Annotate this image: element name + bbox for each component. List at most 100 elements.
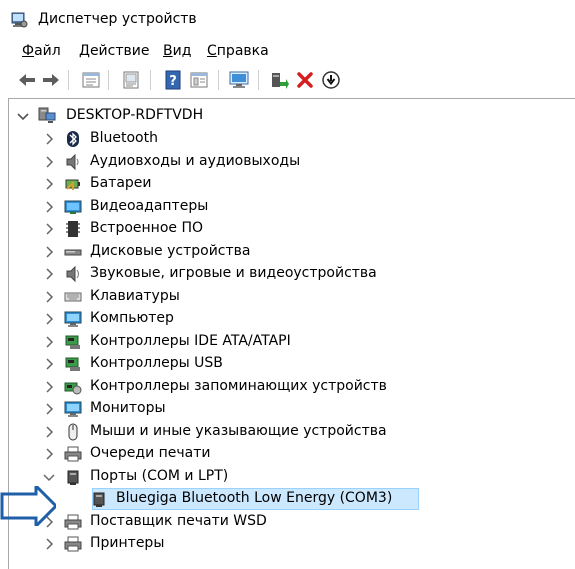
battery-icon xyxy=(65,179,80,190)
chevron-right-icon[interactable] xyxy=(42,376,56,398)
tree-item[interactable]: Звуковые, игровые и видеоустройства xyxy=(40,263,540,285)
show-hidden-icon[interactable] xyxy=(188,69,210,91)
chevron-right-icon[interactable] xyxy=(42,151,56,173)
forward-icon[interactable] xyxy=(40,69,62,91)
chevron-right-icon[interactable] xyxy=(42,286,56,308)
menu-action[interactable]: Действие xyxy=(79,43,149,59)
tree-item[interactable]: Мониторы xyxy=(40,398,540,420)
tree-item[interactable]: Контроллеры USB xyxy=(40,353,540,375)
chevron-right-icon[interactable] xyxy=(42,241,56,263)
toolbar-separator xyxy=(258,70,259,90)
bluetooth-icon xyxy=(67,131,79,147)
tree-child-item[interactable]: Bluegiga Bluetooth Low Energy (COM3) xyxy=(66,488,566,510)
menu-help[interactable]: Справка xyxy=(207,43,269,59)
tree-item-label: Очереди печати xyxy=(90,445,211,461)
chevron-right-icon[interactable] xyxy=(42,263,56,285)
window-title: Диспетчер устройств xyxy=(38,11,197,27)
chevron-right-icon[interactable] xyxy=(42,533,56,555)
port-device-icon xyxy=(93,492,105,507)
tree-item-label: Порты (COM и LPT) xyxy=(90,468,229,484)
help-icon[interactable]: ? xyxy=(162,69,184,91)
device-manager-icon xyxy=(11,12,28,28)
printer-icon xyxy=(64,536,82,552)
tree-item-label: Контроллеры запоминающих устройств xyxy=(90,378,387,394)
tree-item[interactable]: Дисковые устройства xyxy=(40,241,540,263)
chevron-right-icon[interactable] xyxy=(42,196,56,218)
chevron-right-icon[interactable] xyxy=(42,353,56,375)
menu-view[interactable]: Вид xyxy=(163,43,191,59)
tree-item-label: Контроллеры IDE ATA/ATAPI xyxy=(90,333,291,349)
menu-action-label: ействие xyxy=(89,43,150,59)
tree-item[interactable]: Мыши и иные указывающие устройства xyxy=(40,421,540,443)
tree-item[interactable]: Аудиовходы и аудиовыходы xyxy=(40,151,540,173)
tree-item[interactable]: Видеоадаптеры xyxy=(40,196,540,218)
tree-item[interactable]: Порты (COM и LPT) xyxy=(40,466,540,488)
tree-root-label: DESKTOP-RDFTVDH xyxy=(66,107,204,123)
monitor-scan-icon[interactable] xyxy=(228,69,250,91)
tree-item[interactable]: Батареи xyxy=(40,173,540,195)
toolbar: ? xyxy=(0,66,575,96)
back-icon[interactable] xyxy=(16,69,38,91)
tree-item[interactable]: Принтеры xyxy=(40,533,540,555)
tree-item-label: Видеоадаптеры xyxy=(90,198,209,214)
tree-item[interactable]: Поставщик печати WSD xyxy=(40,511,540,533)
disk-drive-icon xyxy=(64,249,82,256)
tree-item[interactable]: Встроенное ПО xyxy=(40,218,540,240)
chevron-right-icon[interactable] xyxy=(42,421,56,443)
menu-help-label: правка xyxy=(216,43,269,59)
add-driver-icon[interactable] xyxy=(268,69,290,91)
tree-item-label: Аудиовходы и аудиовыходы xyxy=(90,153,301,169)
properties-icon[interactable] xyxy=(80,69,102,91)
monitor-icon xyxy=(64,401,82,417)
ide-controller-icon xyxy=(65,335,80,349)
tree-item-label: Батареи xyxy=(90,175,152,191)
tree-item[interactable]: Компьютер xyxy=(40,308,540,330)
svg-text:?: ? xyxy=(169,74,177,89)
speaker-icon xyxy=(66,153,79,171)
tree-item[interactable]: Bluetooth xyxy=(40,128,540,150)
toolbar-separator xyxy=(150,70,151,90)
chevron-right-icon[interactable] xyxy=(42,128,56,150)
menu-file-label: айл xyxy=(34,43,61,59)
chevron-right-icon[interactable] xyxy=(42,331,56,353)
chevron-right-icon[interactable] xyxy=(42,308,56,330)
disable-icon[interactable] xyxy=(320,69,342,91)
menu-action-accel: Д xyxy=(79,43,90,59)
tree-item[interactable]: Контроллеры IDE ATA/ATAPI xyxy=(40,331,540,353)
wsd-printer-icon xyxy=(64,514,82,530)
chevron-down-icon[interactable] xyxy=(42,466,56,488)
sound-icon xyxy=(66,265,79,283)
pointer-arrow-icon xyxy=(0,486,56,526)
usb-controller-icon xyxy=(65,357,80,371)
tree-root[interactable]: DESKTOP-RDFTVDH xyxy=(14,105,554,127)
toolbar-separator xyxy=(108,70,109,90)
chevron-right-icon[interactable] xyxy=(42,398,56,420)
tree-item-label: Bluegiga Bluetooth Low Energy (COM3) xyxy=(116,490,393,506)
tree-item[interactable]: Очереди печати xyxy=(40,443,540,465)
tree-item-label: Мониторы xyxy=(90,400,166,416)
toolbar-separator xyxy=(68,70,69,90)
tree-item-label: Мыши и иные указывающие устройства xyxy=(90,423,387,439)
tree-item-label: Принтеры xyxy=(90,535,165,551)
chevron-right-icon[interactable] xyxy=(42,173,56,195)
chevron-right-icon[interactable] xyxy=(42,218,56,240)
firmware-icon xyxy=(66,221,80,237)
tree-item-label: Контроллеры USB xyxy=(90,355,223,371)
update-driver-icon[interactable] xyxy=(120,69,142,91)
storage-controller-icon xyxy=(64,382,82,395)
tree-item-label: Компьютер xyxy=(90,310,174,326)
menu-bar: Файл Действие Вид Справка xyxy=(0,40,575,64)
menu-file[interactable]: Файл xyxy=(22,43,61,59)
tree-item[interactable]: Контроллеры запоминающих устройств xyxy=(40,376,540,398)
tree-item-label: Клавиатуры xyxy=(90,288,180,304)
title-bar: Диспетчер устройств xyxy=(0,0,575,40)
chevron-right-icon[interactable] xyxy=(42,443,56,465)
print-queue-icon xyxy=(64,446,82,462)
menu-help-accel: С xyxy=(207,43,217,59)
tree-item-label: Встроенное ПО xyxy=(90,220,204,236)
uninstall-icon[interactable] xyxy=(294,69,316,91)
menu-file-accel: Ф xyxy=(22,43,35,59)
tree-item[interactable]: Клавиатуры xyxy=(40,286,540,308)
menu-view-label: ид xyxy=(172,43,192,59)
chevron-down-icon[interactable] xyxy=(16,105,30,127)
